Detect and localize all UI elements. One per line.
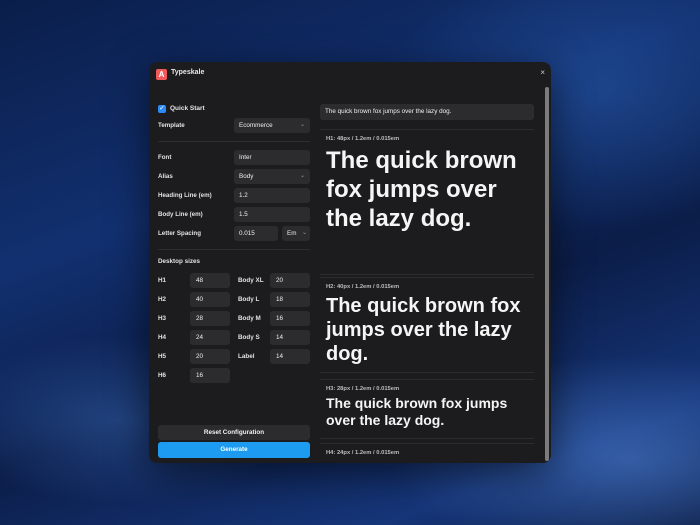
size-input-h1[interactable]: 48 <box>190 273 230 288</box>
size-label-h3: H3 <box>158 315 167 322</box>
preview-card-h1: H1: 48px / 1.2em / 0.015em The quick bro… <box>320 129 534 275</box>
letter-spacing-unit-select[interactable]: Em ⌄ <box>282 226 310 241</box>
size-label-label: Label <box>238 353 255 360</box>
size-input-h4[interactable]: 24 <box>190 330 230 345</box>
body-line-field[interactable]: 1.5 <box>234 207 310 222</box>
preview-meta: H2: 40px / 1.2em / 0.015em <box>326 284 400 290</box>
size-input-label[interactable]: 14 <box>270 349 310 364</box>
size-label-body-l: Body L <box>238 296 260 303</box>
alias-label: Alias <box>158 173 173 180</box>
heading-line-label: Heading Line (em) <box>158 192 212 199</box>
size-label-h5: H5 <box>158 353 167 360</box>
size-input-h6[interactable]: 16 <box>190 368 230 383</box>
divider <box>158 141 310 142</box>
desktop-sizes-title: Desktop sizes <box>158 258 200 265</box>
preview-card-h2: H2: 40px / 1.2em / 0.015em The quick bro… <box>320 277 534 373</box>
template-select[interactable]: Ecommerce ⌄ <box>234 118 310 133</box>
size-input-body-m[interactable]: 16 <box>270 311 310 326</box>
preview-sample: The quick brown fox jumps over the lazy … <box>326 395 508 428</box>
body-line-label: Body Line (em) <box>158 211 203 218</box>
size-label-body-m: Body M <box>238 315 261 322</box>
app-title: Typeskale <box>171 69 205 76</box>
heading-line-value: 1.2 <box>239 192 248 199</box>
alias-value: Body <box>239 173 254 180</box>
body-line-value: 1.5 <box>239 211 248 218</box>
preview-meta: H3: 28px / 1.2em / 0.015em <box>326 386 400 392</box>
font-label: Font <box>158 154 172 161</box>
preview-sample: The quick brown fox jumps over the lazy … <box>326 295 521 365</box>
preview-card-h3: H3: 28px / 1.2em / 0.015em The quick bro… <box>320 379 534 439</box>
chevron-down-icon: ⌄ <box>301 230 307 236</box>
size-label-h4: H4 <box>158 334 167 341</box>
generate-button[interactable]: Generate <box>158 442 310 458</box>
app-logo-icon: A <box>156 69 167 80</box>
heading-line-field[interactable]: 1.2 <box>234 188 310 203</box>
size-label-body-xl: Body XL <box>238 277 264 284</box>
font-value: Inter <box>239 154 252 161</box>
divider <box>158 249 310 250</box>
chevron-down-icon: ⌄ <box>299 173 305 179</box>
close-button[interactable]: × <box>540 68 545 78</box>
size-input-h2[interactable]: 40 <box>190 292 230 307</box>
size-input-body-s[interactable]: 14 <box>270 330 310 345</box>
quick-start-checkbox[interactable]: ✓ <box>158 105 166 113</box>
letter-spacing-unit: Em <box>287 230 297 237</box>
letter-spacing-field[interactable]: 0.015 <box>234 226 278 241</box>
template-label: Template <box>158 122 185 129</box>
preview-card-h4: H4: 24px / 1.2em / 0.015em <box>320 443 534 463</box>
letter-spacing-value: 0.015 <box>239 230 255 237</box>
preview-meta: H4: 24px / 1.2em / 0.015em <box>326 450 400 456</box>
quick-start-label: Quick Start <box>170 105 205 112</box>
letter-spacing-label: Letter Spacing <box>158 230 201 237</box>
size-input-h3[interactable]: 28 <box>190 311 230 326</box>
reset-configuration-button[interactable]: Reset Configuration <box>158 425 310 440</box>
app-window: A Typeskale × ✓ Quick Start Template Eco… <box>149 62 551 463</box>
scrollbar[interactable] <box>545 87 549 461</box>
template-value: Ecommerce <box>239 122 273 129</box>
preview-meta: H1: 48px / 1.2em / 0.015em <box>326 136 400 142</box>
alias-select[interactable]: Body ⌄ <box>234 169 310 184</box>
size-label-h1: H1 <box>158 277 167 284</box>
preview-sample: The quick brown fox jumps over the lazy … <box>326 147 517 232</box>
title-bar: A Typeskale × <box>149 62 551 86</box>
chevron-down-icon: ⌄ <box>299 122 305 128</box>
sample-text-input[interactable]: The quick brown fox jumps over the lazy … <box>320 104 534 120</box>
size-label-h6: H6 <box>158 372 167 379</box>
font-field[interactable]: Inter <box>234 150 310 165</box>
size-label-h2: H2 <box>158 296 167 303</box>
size-input-body-xl[interactable]: 20 <box>270 273 310 288</box>
size-label-body-s: Body S <box>238 334 260 341</box>
size-input-h5[interactable]: 20 <box>190 349 230 364</box>
size-input-body-l[interactable]: 18 <box>270 292 310 307</box>
